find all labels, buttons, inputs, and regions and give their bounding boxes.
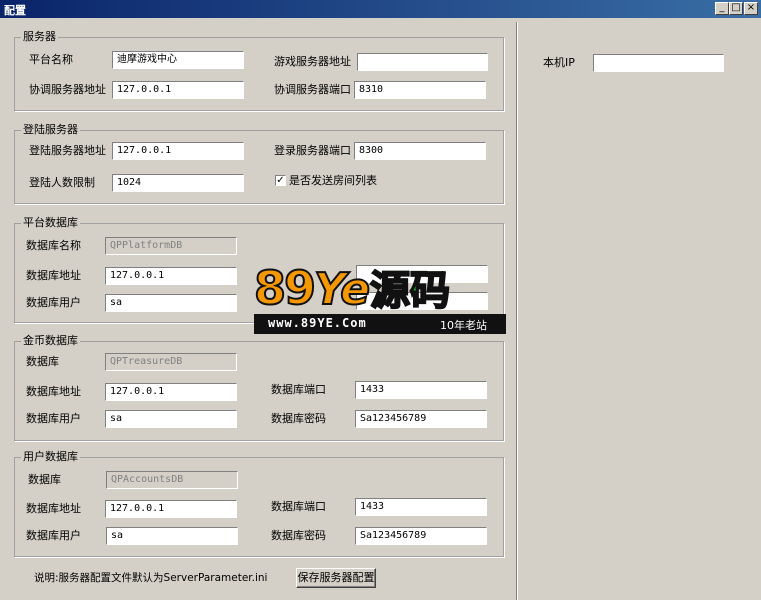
platform-name-input[interactable]: 迪摩游戏中心 (112, 51, 244, 69)
accounts-db-user-input[interactable]: sa (106, 527, 238, 545)
game-server-addr-input[interactable] (357, 53, 488, 71)
treasure-db-user-input[interactable]: sa (105, 410, 237, 428)
game-server-addr-label: 游戏服务器地址 (274, 55, 351, 68)
platform-db-addr-label: 数据库地址 (26, 269, 81, 282)
watermark-url: www.89YE.Com (268, 316, 367, 330)
send-room-list-label: 是否发送房间列表 (289, 174, 377, 187)
platform-db-user-input[interactable]: sa (105, 294, 237, 312)
watermark-tagline: 10年老站 (440, 319, 487, 332)
login-limit-label: 登陆人数限制 (29, 176, 95, 189)
treasure-db-port-label: 数据库端口 (271, 383, 326, 396)
treasure-db-pass-label: 数据库密码 (271, 412, 326, 425)
platform-db-user-label: 数据库用户 (26, 296, 81, 309)
server-group: 服务器 (14, 30, 504, 111)
server-group-title: 服务器 (21, 30, 58, 44)
platform-name-label: 平台名称 (29, 53, 73, 66)
local-ip-input[interactable] (593, 54, 724, 72)
accounts-db-group-title: 用户数据库 (21, 450, 80, 464)
platform-db-name-input: QPPlatformDB (105, 237, 237, 255)
save-config-button[interactable]: 保存服务器配置 (296, 568, 376, 588)
minimize-button[interactable]: _ (715, 2, 729, 15)
title-bar: 配置 _ □ × (0, 0, 761, 18)
watermark-89: 89 (253, 261, 317, 315)
login-port-label: 登录服务器端口 (274, 144, 351, 157)
coord-port-input[interactable]: 8310 (354, 81, 486, 99)
platform-db-addr-input[interactable]: 127.0.0.1 (105, 267, 237, 285)
maximize-button[interactable]: □ (729, 2, 743, 15)
window-title: 配置 (4, 4, 26, 17)
platform-db-name-label: 数据库名称 (26, 239, 81, 252)
coord-addr-input[interactable]: 127.0.0.1 (112, 81, 244, 99)
accounts-db-pass-label: 数据库密码 (271, 529, 326, 542)
login-addr-label: 登陆服务器地址 (29, 144, 106, 157)
accounts-db-port-label: 数据库端口 (271, 500, 326, 513)
accounts-db-pass-input[interactable]: Sa123456789 (355, 527, 487, 545)
coord-port-label: 协调服务器端口 (274, 83, 351, 96)
treasure-db-input: QPTreasureDB (105, 353, 237, 371)
close-button[interactable]: × (744, 2, 758, 15)
platform-db-group-title: 平台数据库 (21, 216, 80, 230)
accounts-db-user-label: 数据库用户 (26, 529, 81, 542)
watermark-logo: 89Ye源码 www.89YE.Com 10年老站 (253, 261, 506, 334)
watermark-ye: Ye (313, 263, 371, 316)
treasure-db-pass-input[interactable]: Sa123456789 (355, 410, 487, 428)
watermark-cn: 源码 (369, 267, 451, 315)
accounts-db-addr-input[interactable]: 127.0.0.1 (105, 500, 237, 518)
treasure-db-addr-label: 数据库地址 (26, 385, 81, 398)
coord-addr-label: 协调服务器地址 (29, 83, 106, 96)
config-note: 说明:服务器配置文件默认为ServerParameter.ini (34, 572, 268, 584)
panel-separator (516, 22, 518, 600)
local-ip-label: 本机IP (543, 56, 575, 69)
accounts-db-input: QPAccountsDB (106, 471, 238, 489)
send-room-list-checkbox[interactable]: ✓ (275, 175, 286, 186)
treasure-db-addr-input[interactable]: 127.0.0.1 (105, 383, 237, 401)
accounts-db-port-input[interactable]: 1433 (355, 498, 487, 516)
treasure-db-port-input[interactable]: 1433 (355, 381, 487, 399)
accounts-db-addr-label: 数据库地址 (26, 502, 81, 515)
login-group-title: 登陆服务器 (21, 123, 80, 137)
treasure-db-group-title: 金币数据库 (21, 334, 80, 348)
login-addr-input[interactable]: 127.0.0.1 (112, 142, 244, 160)
login-port-input[interactable]: 8300 (354, 142, 486, 160)
login-limit-input[interactable]: 1024 (112, 174, 244, 192)
treasure-db-user-label: 数据库用户 (26, 412, 81, 425)
watermark-bar: www.89YE.Com 10年老站 (254, 314, 506, 334)
treasure-db-label: 数据库 (26, 355, 59, 368)
accounts-db-label: 数据库 (28, 473, 61, 486)
